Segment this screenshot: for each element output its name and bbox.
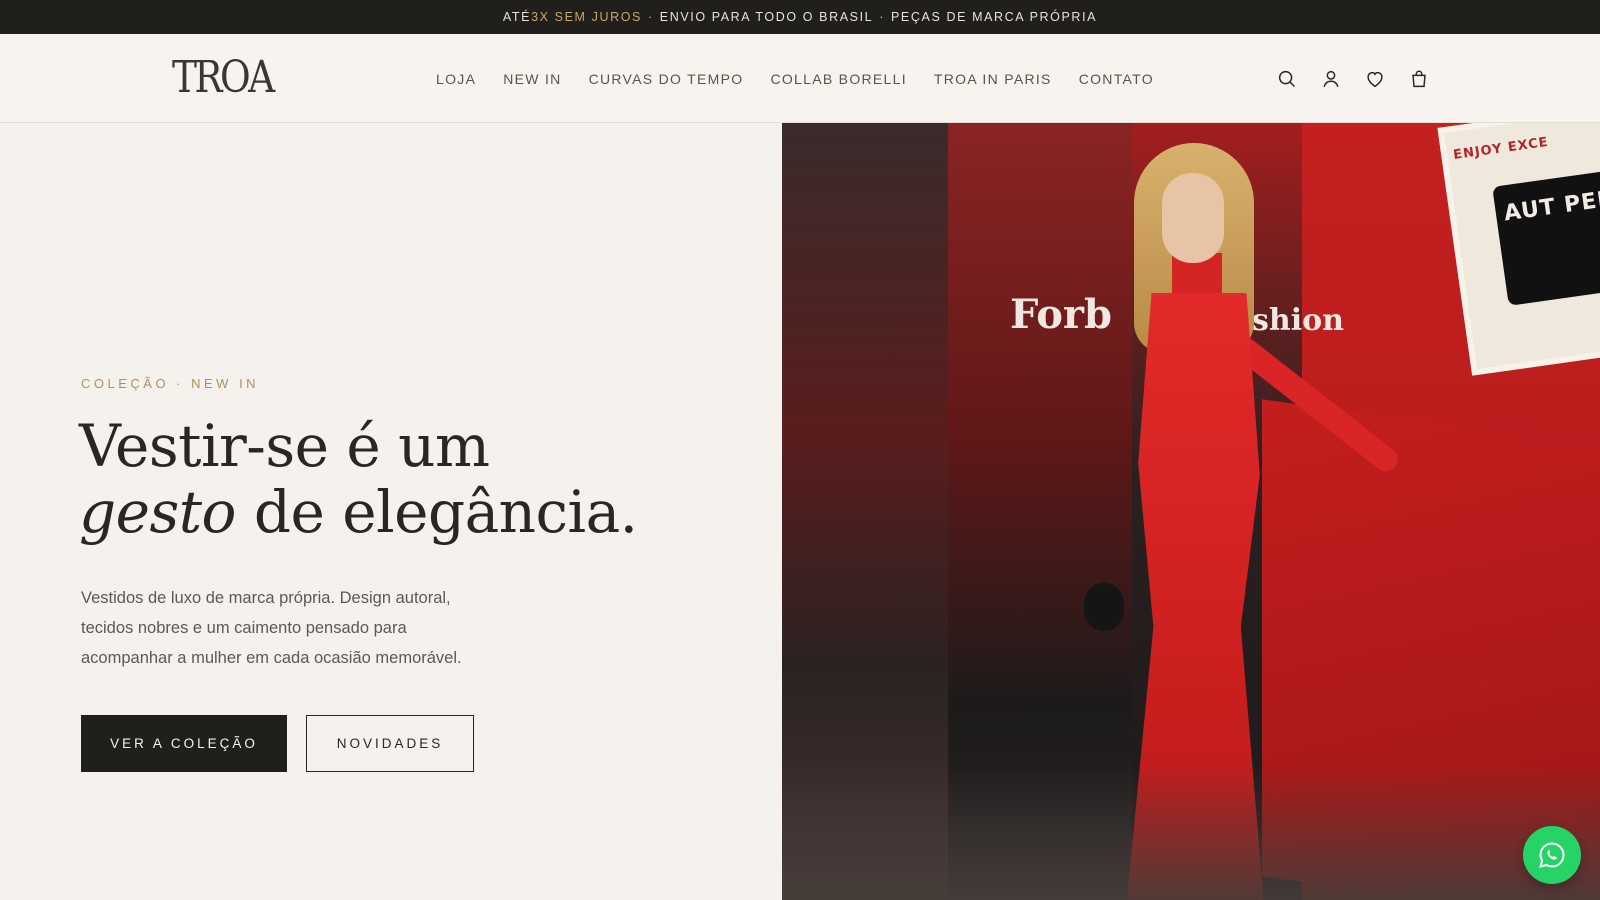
- hero-photo: Forb shion ENJOY EXCE AUT PER: [782, 123, 1600, 900]
- heart-icon[interactable]: [1364, 68, 1386, 90]
- photo-poster-text: ENJOY EXCE: [1452, 134, 1550, 164]
- account-icon[interactable]: [1320, 68, 1342, 90]
- announcement-bar: ATÉ 3X SEM JUROS · ENVIO PARA TODO O BRA…: [0, 0, 1600, 34]
- header-actions: [1276, 34, 1430, 123]
- announcement-own-brand: PEÇAS DE MARCA PRÓPRIA: [891, 10, 1098, 24]
- model-face: [1162, 173, 1224, 263]
- photo-floor: [782, 763, 1600, 900]
- hero-description: Vestidos de luxo de marca própria. Desig…: [81, 589, 462, 667]
- nav-item-collab-borelli[interactable]: COLLAB BORELLI: [770, 71, 906, 87]
- nav-item-new-in[interactable]: NEW IN: [503, 71, 561, 87]
- main-nav: LOJA NEW IN CURVAS DO TEMPO COLLAB BOREL…: [436, 34, 1154, 123]
- announcement-highlight: 3X SEM JUROS: [531, 10, 642, 24]
- whatsapp-icon: [1539, 842, 1565, 868]
- whatsapp-button[interactable]: [1523, 826, 1581, 884]
- site-header: TROA LOJA NEW IN CURVAS DO TEMPO COLLAB …: [0, 34, 1600, 123]
- search-icon[interactable]: [1276, 68, 1298, 90]
- hero-headline-italic: gesto: [79, 478, 236, 546]
- hero-eyebrow: COLEÇÃO · NEW IN: [81, 376, 260, 391]
- brand-logo[interactable]: TROA: [172, 52, 275, 103]
- hero-headline-rest: de elegância.: [235, 478, 638, 546]
- model-clutch: [1084, 583, 1124, 631]
- nav-item-loja[interactable]: LOJA: [436, 71, 476, 87]
- announcement-prefix: ATÉ: [502, 10, 532, 24]
- hero-headline-line1: Vestir-se é um: [79, 412, 490, 480]
- bag-icon[interactable]: [1408, 68, 1430, 90]
- view-collection-button[interactable]: VER A COLEÇÃO: [81, 715, 287, 772]
- nav-item-troa-in-paris[interactable]: TROA IN PARIS: [934, 71, 1052, 87]
- hero-headline: Vestir-se é um gesto de elegância.: [79, 413, 719, 545]
- announcement-separator: ·: [648, 10, 654, 24]
- news-button[interactable]: NOVIDADES: [306, 715, 474, 772]
- nav-item-contato[interactable]: CONTATO: [1079, 71, 1154, 87]
- hero-text-panel: COLEÇÃO · NEW IN Vestir-se é um gesto de…: [0, 123, 782, 900]
- nav-item-curvas-do-tempo[interactable]: CURVAS DO TEMPO: [589, 71, 744, 87]
- announcement-shipping: ENVIO PARA TODO O BRASIL: [659, 10, 874, 24]
- announcement-separator: ·: [879, 10, 885, 24]
